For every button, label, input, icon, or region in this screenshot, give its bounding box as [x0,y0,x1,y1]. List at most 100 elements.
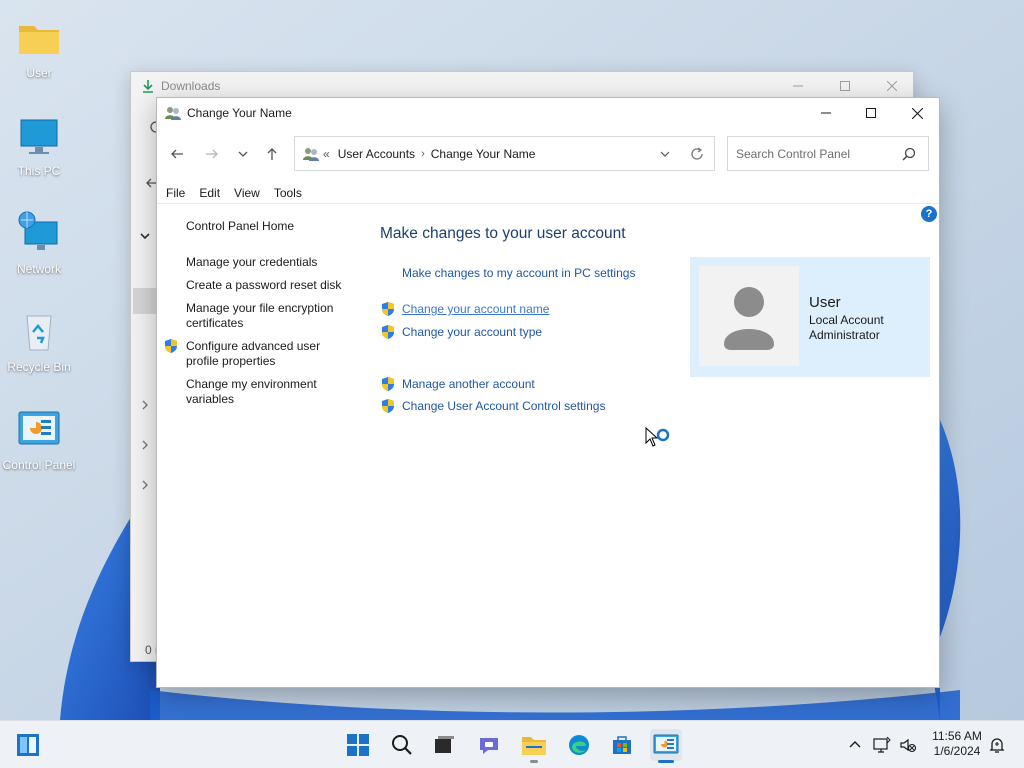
desktop-icon-label: This PC [17,164,61,178]
uac-shield-icon [382,377,394,391]
change-account-name-link[interactable]: Change your account name [402,302,549,316]
file-encryption-link[interactable]: Manage your file encryption certificates [186,301,346,331]
control-panel-icon [18,411,60,445]
minimize-button[interactable] [803,98,849,128]
user-accounts-icon [303,147,319,161]
downloads-close-button[interactable] [869,72,915,100]
downloads-maximize-button[interactable] [822,72,868,100]
change-account-type-link[interactable]: Change your account type [402,325,542,339]
recent-locations-button[interactable] [229,136,257,172]
widgets-icon [17,734,39,756]
window-titlebar[interactable]: Change Your Name [157,98,939,128]
control-panel-icon [653,734,679,754]
menu-file[interactable]: File [166,186,185,200]
search-icon[interactable] [902,147,916,161]
breadcrumb-separator-icon[interactable]: › [421,148,425,160]
arrow-up-icon [267,148,277,160]
address-bar[interactable]: « User Accounts › Change Your Name [294,136,715,171]
menu-tools[interactable]: Tools [274,186,302,200]
downloads-minimize-button[interactable] [775,72,821,100]
maximize-icon [840,81,850,91]
manage-credentials-link[interactable]: Manage your credentials [186,255,346,270]
back-button[interactable] [163,136,191,172]
network-icon [18,211,58,250]
arrow-right-icon [206,149,218,159]
uac-settings-link[interactable]: Change User Account Control settings [402,399,605,413]
maximize-icon [866,108,876,118]
edge-icon [569,735,589,755]
password-reset-disk-link[interactable]: Create a password reset disk [186,278,346,293]
chevron-right-icon[interactable] [139,439,151,451]
chevron-down-icon [238,151,248,157]
avatar [699,266,799,366]
folder-icon [19,26,59,54]
refresh-icon [691,146,703,160]
environment-variables-link[interactable]: Change my environment variables [186,377,346,407]
notification-bell-icon [989,738,1005,753]
clock[interactable]: 11:56 AM 1/6/2024 [922,729,992,759]
file-explorer-taskbar-button[interactable] [518,729,550,761]
store-taskbar-button[interactable] [606,729,638,761]
start-button[interactable] [342,729,374,761]
notifications-button[interactable] [987,735,1007,755]
navigation-bar: « User Accounts › Change Your Name [157,136,939,172]
desktop-icon-label: Control Panel [2,458,76,472]
menu-edit[interactable]: Edit [199,186,220,200]
pc-settings-link[interactable]: Make changes to my account in PC setting… [402,266,635,280]
breadcrumb-change-your-name[interactable]: Change Your Name [431,147,536,161]
minimize-icon [821,112,831,114]
window-title: Change Your Name [187,106,292,120]
help-button[interactable]: ? [921,206,937,222]
control-panel-taskbar-button[interactable] [650,729,682,761]
widgets-button[interactable] [12,729,44,761]
breadcrumb-user-accounts[interactable]: User Accounts [338,147,415,161]
search-box[interactable] [727,136,929,171]
page-title: Make changes to your user account [380,225,626,242]
search-input[interactable] [736,146,896,161]
chevron-right-icon[interactable] [139,479,151,491]
downloads-title: Downloads [161,79,221,93]
advanced-profile-link[interactable]: Configure advanced user profile properti… [186,339,346,369]
edge-taskbar-button[interactable] [563,729,595,761]
refresh-button[interactable] [690,137,704,170]
start-icon [347,734,369,756]
user-account-role: Administrator [809,328,880,342]
breadcrumb-overflow[interactable]: « [323,147,330,161]
network-tray-button[interactable] [872,735,892,755]
menu-view[interactable]: View [234,186,260,200]
chevron-down-icon[interactable] [139,230,151,242]
taskbar-search-button[interactable] [386,729,418,761]
task-view-button[interactable] [428,729,460,761]
maximize-button[interactable] [848,98,894,128]
download-icon [143,80,153,93]
user-account-tile: User Local Account Administrator [690,257,930,377]
address-dropdown-button[interactable] [660,137,670,170]
volume-muted-icon [900,738,917,753]
task-view-icon [435,736,454,753]
close-icon [887,81,897,91]
up-button[interactable] [258,136,286,172]
monitor-icon [20,119,58,154]
control-panel-window[interactable]: Change Your Name « User Accounts › Chang… [156,97,940,688]
chevron-right-icon[interactable] [139,399,151,411]
file-explorer-icon [522,737,546,755]
desktop-icon-recycle-bin[interactable]: Recycle Bin [0,302,78,386]
show-hidden-icons-button[interactable] [845,735,865,755]
chevron-up-icon [849,741,861,748]
close-button[interactable] [894,98,940,128]
running-indicator [530,760,538,763]
control-panel-home-link[interactable]: Control Panel Home [186,219,346,234]
desktop-icon-network[interactable]: Network [0,204,78,288]
desktop-icon-user[interactable]: User [0,8,78,92]
manage-another-account-link[interactable]: Manage another account [402,377,535,391]
chat-button[interactable] [473,729,505,761]
desktop-icon-control-panel[interactable]: Control Panel [0,400,78,484]
user-account-type: Local Account [809,313,884,327]
user-name: User [809,294,841,311]
volume-tray-button[interactable] [898,735,918,755]
clock-time: 11:56 AM [932,729,982,743]
nav-selected-item[interactable] [133,288,157,314]
forward-button[interactable] [198,136,226,172]
desktop-icon-this-pc[interactable]: This PC [0,106,78,190]
teams-chat-icon [480,738,498,754]
